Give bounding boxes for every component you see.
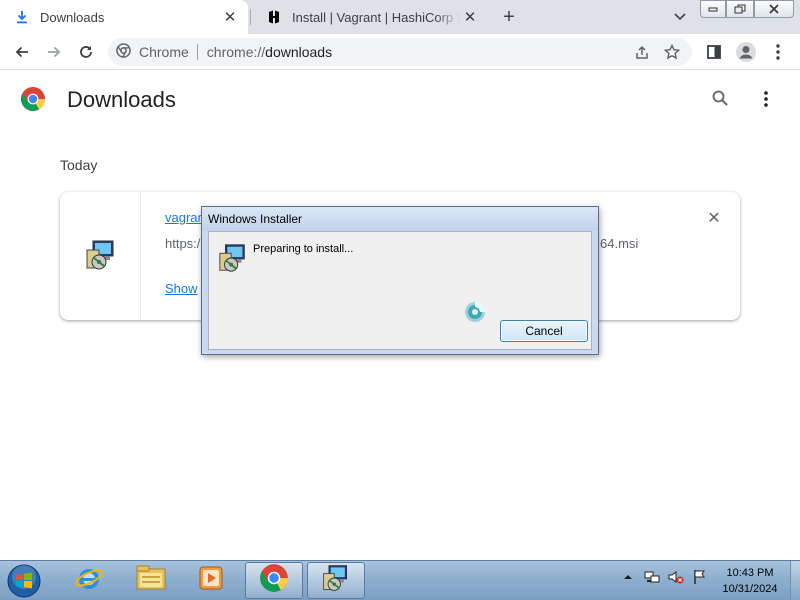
tab-label: Downloads [40, 9, 105, 25]
system-clock[interactable]: 10:43 PM 10/31/2024 [716, 565, 784, 597]
tab-divider [250, 9, 251, 25]
start-button[interactable] [6, 563, 42, 599]
tab-label: Install | Vagrant | HashiCorp Developer [292, 9, 460, 25]
show-in-folder-link[interactable]: Show [165, 281, 198, 296]
busy-spinner-icon [464, 301, 486, 323]
download-source-url: https:/ [165, 236, 201, 251]
internet-explorer-icon [74, 563, 104, 598]
new-tab-button[interactable]: + [498, 6, 520, 28]
system-tray [620, 569, 708, 585]
taskbar-internet-explorer[interactable] [60, 562, 118, 599]
windows-taskbar: 10:43 PM 10/31/2024 [0, 560, 800, 600]
omnibox-actions [632, 42, 682, 62]
site-info-chip[interactable]: Chrome [116, 43, 189, 61]
profile-avatar[interactable] [732, 38, 760, 66]
url-scheme: chrome:// [206, 44, 266, 60]
clock-date: 10/31/2024 [722, 583, 778, 595]
taskbar-file-explorer[interactable] [122, 562, 180, 599]
download-filename-link[interactable]: vagrar [165, 210, 202, 225]
show-hidden-icons-chevron-icon[interactable] [620, 569, 636, 585]
reload-button[interactable] [72, 38, 100, 66]
folder-icon [135, 563, 167, 598]
dialog-title: Windows Installer [202, 207, 598, 231]
browser-toolbar: Chrome chrome://downloads [0, 34, 800, 70]
share-icon[interactable] [632, 42, 652, 62]
clock-time: 10:43 PM [726, 567, 774, 579]
downloads-header: Downloads [0, 71, 800, 127]
download-icon-column [60, 192, 141, 320]
tab-close-icon[interactable]: ✕ [220, 7, 240, 27]
url-host: downloads [265, 44, 333, 60]
tab-vagrant-install[interactable]: Install | Vagrant | HashiCorp Developer … [252, 0, 488, 34]
download-icon [14, 9, 30, 25]
minimize-button[interactable] [700, 0, 726, 18]
site-label: Chrome [139, 44, 189, 60]
side-panel-button[interactable] [700, 38, 728, 66]
download-source-url-end: 64.msi [600, 236, 639, 251]
hashicorp-icon [266, 9, 282, 25]
tab-strip: Downloads ✕ Install | Vagrant | HashiCor… [0, 0, 800, 34]
windows-installer-dialog: Windows Installer Preparing to install..… [201, 206, 599, 355]
taskbar-chrome[interactable] [245, 562, 303, 599]
back-button[interactable] [8, 38, 36, 66]
dialog-body: Preparing to install... Cancel [208, 231, 592, 350]
taskbar-media-player[interactable] [182, 562, 240, 599]
page-title: Downloads [67, 87, 176, 112]
dialog-message: Preparing to install... [253, 243, 354, 255]
restore-button[interactable] [726, 0, 754, 18]
taskbar-windows-installer[interactable] [307, 562, 365, 599]
show-desktop-button[interactable] [790, 561, 800, 600]
action-center-flag-icon[interactable] [692, 569, 708, 585]
tab-close-icon[interactable]: ✕ [460, 7, 480, 27]
more-actions-icon[interactable] [756, 89, 776, 109]
cancel-button[interactable]: Cancel [500, 320, 588, 342]
msi-installer-icon [84, 238, 118, 272]
installer-icon [217, 242, 249, 274]
volume-muted-icon[interactable] [668, 569, 684, 585]
address-bar[interactable]: Chrome chrome://downloads [108, 38, 692, 66]
omnibox-divider [196, 44, 198, 60]
date-section-label: Today [60, 157, 98, 173]
chrome-icon [259, 563, 289, 598]
search-icon[interactable] [711, 89, 731, 109]
remove-download-close-icon[interactable]: ✕ [704, 208, 724, 228]
window-controls [700, 0, 794, 18]
forward-button[interactable] [40, 38, 68, 66]
media-player-icon [197, 564, 225, 597]
chrome-icon [116, 43, 131, 61]
browser-menu-icon[interactable] [764, 38, 792, 66]
url-text: chrome://downloads [207, 44, 332, 60]
installer-icon [321, 563, 351, 598]
bookmark-star-icon[interactable] [662, 42, 682, 62]
tab-downloads[interactable]: Downloads ✕ [0, 0, 248, 34]
chrome-logo-icon [20, 86, 46, 112]
network-icon[interactable] [644, 569, 660, 585]
tab-search-chevron-icon[interactable] [670, 7, 690, 27]
close-window-button[interactable] [754, 0, 794, 18]
